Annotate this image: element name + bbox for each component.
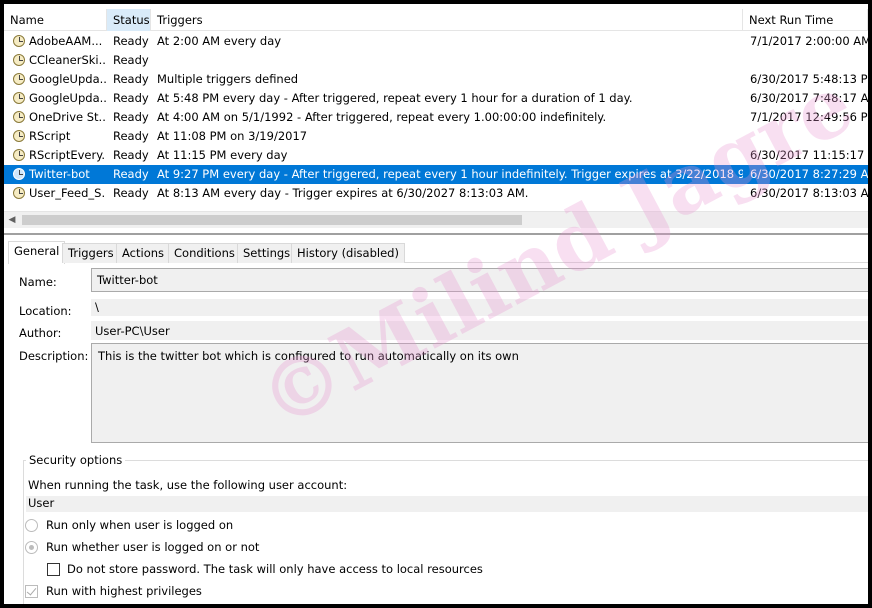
clock-icon xyxy=(13,130,25,142)
task-triggers: At 5:48 PM every day - After triggered, … xyxy=(157,91,633,105)
option-logged-on-label: Run only when user is logged on xyxy=(46,518,234,532)
tab-triggers[interactable]: Triggers xyxy=(62,243,120,263)
table-row[interactable]: User_Feed_S... Ready At 8:13 AM every da… xyxy=(4,184,868,203)
clock-icon xyxy=(13,111,25,123)
task-name: OneDrive St... xyxy=(29,110,106,124)
column-header-status[interactable]: Status xyxy=(107,9,151,31)
security-options-title: Security options xyxy=(26,453,126,467)
task-name: CCleanerSki... xyxy=(29,53,106,67)
clock-icon xyxy=(13,54,25,66)
tab-actions[interactable]: Actions xyxy=(116,243,171,263)
location-value: \ xyxy=(95,300,99,314)
task-name: RScriptEvery... xyxy=(29,148,106,162)
author-value: User-PC\User xyxy=(95,324,170,338)
task-triggers: At 2:00 AM every day xyxy=(157,34,282,48)
option-no-password-label: Do not store password. The task will onl… xyxy=(67,562,483,576)
task-triggers: At 9:27 PM every day - After triggered, … xyxy=(157,167,743,181)
table-row[interactable]: GoogleUpda... Ready At 5:48 PM every day… xyxy=(4,89,868,108)
task-name: Twitter-bot xyxy=(29,167,90,181)
task-next-run: 6/30/2017 8:13:03 AM xyxy=(750,186,868,200)
tab-conditions[interactable]: Conditions xyxy=(168,243,241,263)
task-status: Ready xyxy=(113,148,149,162)
task-next-run: 6/30/2017 11:15:17 PM xyxy=(750,148,868,162)
task-triggers: Multiple triggers defined xyxy=(157,72,299,86)
horizontal-scrollbar[interactable]: ◀ xyxy=(4,211,868,228)
task-name: GoogleUpda... xyxy=(29,91,106,105)
task-status: Ready xyxy=(113,72,149,86)
option-whether-label: Run whether user is logged on or not xyxy=(46,540,260,554)
clock-icon xyxy=(13,73,25,85)
clock-icon xyxy=(13,168,25,180)
task-list: Name Status Triggers Next Run Time Adobe… xyxy=(4,4,868,231)
task-triggers: At 8:13 AM every day - Trigger expires a… xyxy=(157,186,529,200)
task-next-run xyxy=(750,127,868,146)
task-status: Ready xyxy=(113,53,149,67)
column-header-name[interactable]: Name xyxy=(4,9,107,31)
task-status: Ready xyxy=(113,129,149,143)
task-name: RScript xyxy=(29,129,71,143)
scroll-left-icon[interactable]: ◀ xyxy=(4,212,20,228)
task-triggers: At 4:00 AM on 5/1/1992 - After triggered… xyxy=(157,110,607,124)
clock-icon xyxy=(13,35,25,47)
task-status: Ready xyxy=(113,186,149,200)
radio-logged-on[interactable] xyxy=(25,519,38,532)
task-next-run xyxy=(750,51,868,70)
table-row[interactable]: CCleanerSki... Ready xyxy=(4,51,868,70)
name-label: Name: xyxy=(19,275,57,289)
user-account-value: User xyxy=(28,496,55,510)
task-scheduler-window: Name Status Triggers Next Run Time Adobe… xyxy=(4,4,868,604)
tab-settings[interactable]: Settings xyxy=(237,243,297,263)
location-label: Location: xyxy=(19,304,72,318)
column-header-triggers[interactable]: Triggers xyxy=(151,9,743,31)
name-field[interactable]: Twitter-bot xyxy=(91,268,868,292)
checkbox-highest-privileges[interactable] xyxy=(25,585,38,598)
task-status: Ready xyxy=(113,167,149,181)
checkbox-no-password[interactable] xyxy=(47,563,60,576)
clock-icon xyxy=(13,92,25,104)
clock-icon xyxy=(13,187,25,199)
user-account-field: User xyxy=(26,496,868,512)
tab-general[interactable]: General xyxy=(8,241,66,264)
tab-history[interactable]: History (disabled) xyxy=(291,243,405,263)
task-status: Ready xyxy=(113,110,149,124)
scrollbar-thumb[interactable] xyxy=(22,215,522,225)
author-field: User-PC\User xyxy=(91,321,868,340)
table-row[interactable]: GoogleUpda... Ready Multiple triggers de… xyxy=(4,70,868,89)
task-next-run: 6/30/2017 5:48:13 PM xyxy=(750,72,868,86)
task-triggers xyxy=(157,51,743,70)
table-row[interactable]: RScript Ready At 11:08 PM on 3/19/2017 xyxy=(4,127,868,146)
location-field: \ xyxy=(91,299,868,316)
table-row[interactable]: RScriptEvery... Ready At 11:15 PM every … xyxy=(4,146,868,165)
task-next-run: 7/1/2017 2:00:00 AM xyxy=(750,34,868,48)
author-label: Author: xyxy=(19,326,62,340)
task-name: User_Feed_S... xyxy=(29,186,106,200)
radio-whether-logged-on[interactable] xyxy=(25,541,38,554)
task-next-run: 7/1/2017 12:49:56 PM xyxy=(750,110,868,124)
account-prompt: When running the task, use the following… xyxy=(28,478,348,492)
details-tabs: General Triggers Actions Conditions Sett… xyxy=(8,241,868,264)
column-header-next-run[interactable]: Next Run Time xyxy=(743,9,868,31)
task-name: AdobeAAM... xyxy=(29,34,103,48)
task-triggers: At 11:08 PM on 3/19/2017 xyxy=(157,129,308,143)
task-next-run: 6/30/2017 7:48:17 AM xyxy=(750,91,868,105)
clock-icon xyxy=(13,149,25,161)
task-status: Ready xyxy=(113,91,149,105)
option-highest-label: Run with highest privileges xyxy=(46,584,202,598)
description-label: Description: xyxy=(19,349,89,363)
task-triggers: At 11:15 PM every day xyxy=(157,148,288,162)
task-name: GoogleUpda... xyxy=(29,72,106,86)
task-next-run: 6/30/2017 8:27:29 AM xyxy=(750,167,868,181)
name-value: Twitter-bot xyxy=(97,273,158,287)
task-details-panel: General Triggers Actions Conditions Sett… xyxy=(4,235,868,604)
table-row-selected[interactable]: Twitter-bot Ready At 9:27 PM every day -… xyxy=(4,165,868,184)
table-row[interactable]: AdobeAAM... Ready At 2:00 AM every day 7… xyxy=(4,32,868,51)
description-value: This is the twitter bot which is configu… xyxy=(98,349,519,363)
description-field[interactable]: This is the twitter bot which is configu… xyxy=(91,343,868,443)
task-list-header: Name Status Triggers Next Run Time xyxy=(4,9,868,31)
table-row[interactable]: OneDrive St... Ready At 4:00 AM on 5/1/1… xyxy=(4,108,868,127)
task-status: Ready xyxy=(113,34,149,48)
